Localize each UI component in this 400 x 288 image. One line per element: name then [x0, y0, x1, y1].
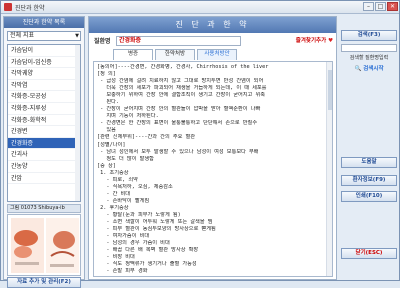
content-line: [증 상] [97, 162, 116, 169]
disease-list[interactable]: 가슴답이 가슴답이-임신증 각막궤양 각막염 각화증-모공성 각화증-지루성 각화증-화학적… [7, 44, 81, 202]
app-window: 진단과 한약 – □ ✕ 진단과 한약 목록 전체 지표 ▼ 가슴답이 가슴답이-… [0, 0, 400, 288]
content-line: 정도 더 많이 발생함 [97, 155, 154, 162]
content-line: 된다. [97, 99, 120, 106]
patient-info-button[interactable]: 환자정보(F9) [341, 175, 397, 186]
favorite-label: 즐겨찾기추가 [295, 38, 327, 44]
content-area[interactable]: [동의어]----간경변, 간경화병, 간경사, Chirrhosis of t… [93, 61, 333, 277]
disease-name-row: 질환명 간경화증 즐겨찾기추가 ♥ [94, 36, 333, 46]
book-page-left [11, 218, 44, 273]
content-scrollbar[interactable] [326, 62, 332, 276]
content-line: - 간 비대 [97, 190, 131, 197]
disease-list-item[interactable]: 가슴답이 [8, 45, 80, 57]
content-line: - 소변 색깔이 어두워 노랗게 또는 갈색을 띰 [97, 219, 213, 226]
main-panel-header: 진 단 과 한 약 [89, 17, 336, 33]
disease-list-item[interactable]: 각화증-화학적 [8, 115, 80, 127]
disease-name-field[interactable]: 간경화증 [116, 36, 241, 46]
category-filter-select[interactable]: 전체 지표 ▼ [7, 31, 81, 41]
content-text: [동의어]----간경변, 간경화병, 간경사, Chirrhosis of t… [97, 64, 323, 275]
title-bar: 진단과 한약 – □ ✕ [1, 1, 399, 14]
tab-symptoms[interactable]: 병증 [113, 49, 153, 60]
left-panel: 진단과 한약 목록 전체 지표 ▼ 가슴답이 가슴답이-임신증 각막궤양 각막염 각화증… [3, 16, 85, 288]
book-caption: 그림 01073 Shibuya-ib [7, 204, 81, 213]
content-line: - 식욕저하, 오심, 체중감소 [97, 183, 173, 190]
content-line: - 간경변은 한 간장의 표면이 울퉁불퉁하고 단단해서 손으로 만질수 [97, 120, 258, 127]
disease-list-item[interactable]: 간괴사 [8, 149, 80, 161]
disease-list-scrollbar[interactable] [75, 45, 80, 201]
content-line: - 비장 비대 [97, 254, 135, 261]
search-input-label: 검색할 질환명입력 [349, 55, 389, 61]
content-line: [동의어]----간경변, 간경화병, 간경사, Chirrhosis of t… [97, 64, 269, 70]
add-favorite-link[interactable]: 즐겨찾기추가 ♥ [296, 36, 333, 44]
app-icon [4, 3, 12, 11]
content-line: - 남성의 경우 가슴이 비대 [97, 240, 170, 247]
disease-list-item[interactable]: 간경화증 [8, 137, 80, 150]
content-line: 2. 후기증상 [97, 204, 129, 211]
close-button[interactable]: 닫기(ESC) [341, 248, 397, 259]
content-scrollbar-thumb[interactable] [328, 70, 332, 110]
content-line: - 식도 정맥류가 생기거나 출혈 가능성 [97, 261, 197, 268]
content-line: - 손바닥이 빨게짐 [97, 197, 150, 204]
content-line: - 피로, 쇠약 [97, 176, 138, 183]
disease-name-label: 질환명 [94, 38, 111, 45]
book-illustration [7, 214, 81, 276]
disease-list-item[interactable]: 각막염 [8, 80, 80, 92]
search-input[interactable] [341, 44, 397, 52]
disease-list-item[interactable]: 각화증-모공성 [8, 91, 80, 103]
tab-prescription[interactable]: 한약처방 [155, 49, 195, 60]
content-line: 더욱 간장의 세포가 파괴되어 재생을 거듭하게 되는데, 이 때 세포를 [97, 85, 267, 92]
content-line: - 남녀 성인에서 모두 발생할 수 있으나 남성이 여성 보통보다 무배 [97, 148, 259, 155]
disease-list-item[interactable]: 간경변 [8, 126, 80, 138]
content-line: [성별/나이] [97, 141, 126, 148]
main-panel: 진 단 과 한 약 질환명 간경화증 즐겨찾기추가 ♥ 병증 한약처방 사용처방… [88, 16, 337, 280]
search-icon: 🔍 [354, 66, 362, 72]
content-line: 보충하기 위하여 간장 안에 결합조직이 생기고 간장이 굳어지고 위축 [97, 92, 265, 99]
content-line: - 급성 간염에 걸려 치료하지 않고 그대로 방치두면 만성 간염이 되어 [97, 78, 264, 85]
disease-list-item[interactable]: 가슴답이-임신증 [8, 57, 80, 69]
start-search-label: 검색시작 [363, 66, 384, 72]
maximize-button[interactable]: □ [375, 2, 386, 11]
search-button[interactable]: 검색(F3) [341, 30, 397, 41]
content-line: - 피부 혈관이 동심두모양의 방사상으로 뻗게됨 [97, 226, 216, 233]
print-button[interactable]: 인쇄(F10) [341, 191, 397, 202]
content-line: - 배꼽 다른 배 복벽 혈관 방사상 확장 [97, 247, 199, 254]
heart-icon: ♥ [328, 38, 333, 44]
content-line: [정 의] [97, 71, 116, 78]
content-line: [관련 신체부위]----간과 간의 주요 혈관 [97, 134, 196, 141]
disease-list-item[interactable]: 간암 [8, 173, 80, 185]
content-line: - 손발 피부 경화 [97, 268, 148, 275]
minimize-button[interactable]: – [363, 2, 374, 11]
disease-list-item[interactable]: 간농양 [8, 161, 80, 173]
content-line: - 여자가슴이 비대 [97, 233, 150, 240]
book-page-right [46, 218, 79, 273]
content-line: 1. 초기증상 [97, 169, 129, 176]
category-filter-value: 전체 지표 [10, 32, 34, 39]
content-line: 지며 기능이 저하된다. [97, 113, 159, 120]
start-search-link[interactable]: 🔍 검색시작 [341, 64, 397, 72]
help-button[interactable]: 도움말 [341, 157, 397, 168]
right-panel: 검색(F3) 검색할 질환명입력 🔍 검색시작 도움말 환자정보(F9) 인쇄(… [339, 16, 399, 280]
content-line: - 황달(눈과 피부가 노랗게 됨) [97, 211, 181, 218]
left-panel-header: 진단과 한약 목록 [4, 17, 84, 28]
close-window-button[interactable]: ✕ [387, 2, 398, 11]
disease-list-item[interactable]: 각막궤양 [8, 68, 80, 80]
tab-usage[interactable]: 사용처방안 [197, 49, 237, 60]
content-line: - 간장이 굳어지며 간장 안의 혈관들이 압박을 받아 혈액순환이 나빠 [97, 106, 261, 113]
window-title: 진단과 한약 [15, 5, 45, 12]
disease-list-item[interactable]: 각화증-지루성 [8, 103, 80, 115]
chevron-down-icon: ▼ [75, 33, 79, 39]
content-line: 있음 [97, 127, 116, 134]
add-manage-data-button[interactable]: 자료 추가 및 관리(F2) [7, 277, 81, 288]
